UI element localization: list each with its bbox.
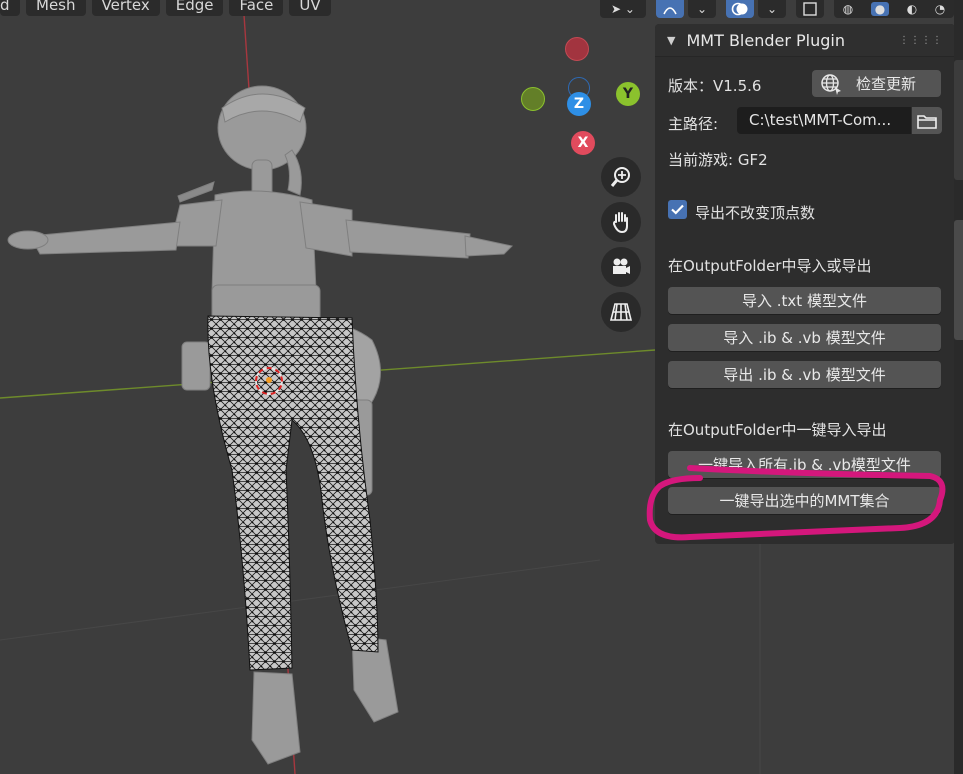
gizmo-neg-x[interactable] — [565, 37, 589, 61]
section-one-click-title: 在OutputFolder中一键导入导出 — [668, 421, 887, 439]
gizmo-x-axis[interactable]: X — [571, 131, 595, 155]
perspective-toggle-button[interactable] — [601, 292, 641, 332]
selected-mesh-legs[interactable] — [207, 315, 379, 671]
export-ib-vb-button[interactable]: 导出 .ib & .vb 模型文件 — [668, 361, 941, 388]
current-game-label: 当前游戏: GF2 — [668, 151, 768, 169]
import-ib-vb-button[interactable]: 导入 .ib & .vb 模型文件 — [668, 324, 941, 351]
solid-shading-icon[interactable]: ● — [870, 2, 890, 16]
gizmo-z-label: Z — [573, 96, 585, 112]
camera-icon — [613, 258, 630, 274]
main-path-input[interactable]: C:\test\MMT-Com... — [737, 107, 911, 134]
drag-grip-icon[interactable]: ⋮⋮⋮⋮ — [899, 35, 943, 46]
section-import-export-title: 在OutputFolder中导入或导出 — [668, 257, 872, 275]
gizmo-z-axis[interactable]: Z — [567, 92, 591, 116]
menu-uv[interactable]: UV — [289, 0, 331, 16]
keep-vertex-count-checkbox[interactable] — [668, 200, 687, 219]
sidebar-tab[interactable] — [954, 60, 963, 180]
sidebar-tab-active[interactable] — [954, 220, 963, 340]
overlay-toggle-button[interactable] — [726, 0, 754, 18]
mmt-plugin-panel: ▼ MMT Blender Plugin ⋮⋮⋮⋮ 版本：V1.5.6 检查更新… — [655, 24, 955, 544]
curve-tool-icon — [663, 7, 677, 15]
folder-icon — [917, 114, 937, 129]
version-label: 版本：V1.5.6 — [668, 77, 762, 95]
material-shading-icon[interactable]: ◐ — [907, 2, 917, 16]
menu-vertex[interactable]: Vertex — [91, 0, 160, 16]
panel-header[interactable]: ▼ MMT Blender Plugin ⋮⋮⋮⋮ — [655, 24, 955, 57]
zoom-button[interactable] — [601, 157, 641, 197]
rendered-shading-icon[interactable]: ◔ — [935, 2, 945, 16]
xray-icon — [803, 2, 817, 16]
xray-toggle-button[interactable] — [796, 0, 824, 18]
cursor-select-icon: ➤ ⌄ — [611, 2, 635, 16]
pan-button[interactable] — [601, 202, 641, 242]
3d-viewport[interactable]: d Mesh Vertex Edge Face UV ➤ ⌄ ⌄ ⌄ ◍ ● ◐… — [0, 0, 963, 774]
grid-line-secondary — [0, 559, 601, 641]
import-all-button[interactable]: 一键导入所有.ib & .vb模型文件 — [668, 451, 941, 478]
gizmo-y-axis[interactable]: Y — [616, 82, 640, 106]
transform-tool-button[interactable] — [656, 0, 684, 18]
panel-title: MMT Blender Plugin — [686, 30, 845, 50]
gizmo-y-label: Y — [622, 86, 634, 102]
check-update-label: 检查更新 — [856, 75, 917, 93]
viewport-header-tools: ➤ ⌄ ⌄ ⌄ ◍ ● ◐ ◔ — [600, 0, 954, 18]
chevron-down-icon: ⌄ — [696, 2, 708, 16]
main-path-label: 主路径: — [668, 115, 719, 133]
keep-vertex-count-label[interactable]: 导出不改变顶点数 — [695, 202, 815, 223]
export-selected-collection-button[interactable]: 一键导出选中的MMT集合 — [668, 487, 941, 514]
chevron-down-icon: ⌄ — [766, 2, 778, 16]
sidebar-tabs — [954, 0, 963, 774]
menu-edge[interactable]: Edge — [165, 0, 224, 16]
globe-icon — [821, 73, 841, 95]
browse-folder-button[interactable] — [912, 107, 942, 134]
hand-icon — [612, 212, 628, 234]
collapse-triangle-icon[interactable]: ▼ — [667, 34, 675, 47]
check-update-button[interactable]: 检查更新 — [812, 70, 941, 97]
shading-mode-group: ◍ ● ◐ ◔ — [834, 0, 954, 18]
menu-face[interactable]: Face — [229, 0, 284, 16]
transform-tool-dropdown[interactable]: ⌄ — [688, 0, 716, 18]
menu-mesh[interactable]: Mesh — [26, 0, 86, 16]
grid-perspective-icon — [609, 303, 633, 321]
zoom-icon — [610, 167, 630, 187]
gizmo-neg-y[interactable] — [521, 87, 545, 111]
overlay-icon — [731, 2, 748, 16]
select-tool-dropdown[interactable]: ➤ ⌄ — [600, 0, 646, 18]
viewport-header-menu: d Mesh Vertex Edge Face UV — [0, 0, 331, 16]
wireframe-shading-icon[interactable]: ◍ — [843, 2, 853, 16]
checkmark-icon — [671, 204, 684, 215]
overlay-dropdown[interactable]: ⌄ — [758, 0, 786, 18]
camera-view-button[interactable] — [601, 247, 641, 287]
menu-view[interactable]: d — [0, 0, 20, 16]
gizmo-x-label: X — [577, 135, 589, 151]
import-txt-button[interactable]: 导入 .txt 模型文件 — [668, 287, 941, 314]
